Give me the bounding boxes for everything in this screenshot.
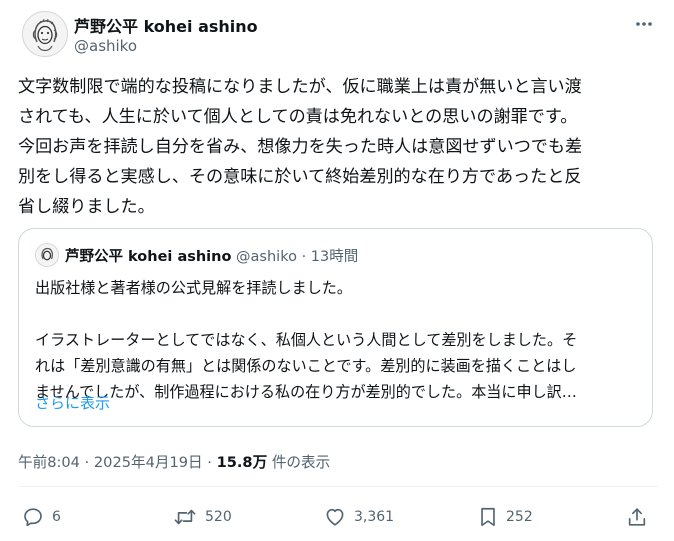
reply-button[interactable]: 6 [22,505,61,529]
repost-icon [174,509,196,525]
reply-count: 6 [52,509,61,525]
repost-count: 520 [205,509,232,525]
bookmark-button[interactable]: 252 [478,505,533,529]
repost-button[interactable]: 520 [173,505,232,529]
quoted-post-text: 出版社様と著者様の公式見解を拝読しました。 イラストレーターとしてではなく、私個… [35,279,578,401]
post-text: 文字数制限で端的な投稿になりましたが、仮に職業上は責が無いと言い渡 されても、人… [18,77,583,217]
post-metadata: 午前8:04 · 2025年4月19日 · 15.8万 件の表示 [18,451,330,472]
post-timestamp[interactable]: 午前8:04 · 2025年4月19日 · [18,454,217,471]
like-icon [326,508,344,526]
quoted-author-meta: @ashiko · 13時間 [236,249,359,265]
share-icon [628,508,646,526]
views-count: 15.8万 [216,454,268,471]
reply-icon [24,508,42,527]
divider [18,486,658,487]
share-button[interactable] [626,505,648,529]
like-button[interactable]: 3,361 [324,505,394,529]
author-avatar[interactable] [22,11,68,57]
bookmark-count: 252 [506,509,533,525]
bookmark-icon [481,507,495,527]
quoted-author-avatar [35,243,59,267]
quoted-author-name: 芦野公平 kohei ashino [65,249,232,265]
like-count: 3,361 [354,509,395,525]
quoted-post[interactable]: 芦野公平 kohei ashino @ashiko · 13時間 出版社様と著者… [18,228,653,427]
author-display-name[interactable]: 芦野公平 kohei ashino [74,13,258,37]
more-icon [636,22,652,26]
author-handle[interactable]: @ashiko [74,37,137,55]
show-more-link[interactable]: さらに表示 [35,392,110,413]
views-label: 件の表示 [267,454,331,471]
quoted-post-header: 芦野公平 kohei ashino @ashiko · 13時間 [65,245,358,266]
more-options-button[interactable] [630,10,658,38]
